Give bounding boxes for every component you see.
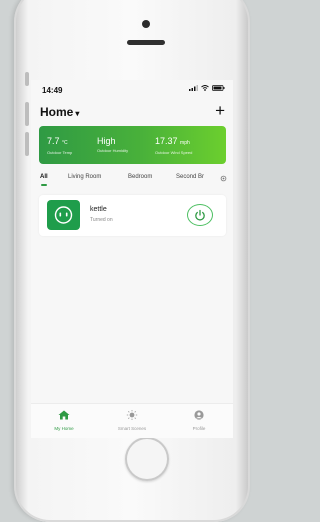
weather-temp: 7.7 °C Outdoor Temp (47, 136, 72, 155)
volume-up-button (25, 102, 29, 126)
nav-smart-scenes[interactable]: Smart Scenes (107, 407, 157, 431)
device-name: kettle (90, 206, 107, 213)
status-icons (189, 85, 225, 91)
home-selector[interactable]: Home ▾ (40, 105, 79, 119)
socket-icon (47, 200, 80, 230)
weather-temp-value: 7.7 (47, 136, 60, 146)
wifi-icon (201, 85, 209, 91)
add-device-button[interactable]: + (215, 101, 225, 121)
weather-wind-unit: mph (180, 140, 190, 146)
nav-smart-scenes-label: Smart Scenes (117, 426, 147, 431)
settings-icon[interactable] (220, 175, 227, 182)
tab-second-bedroom[interactable]: Second Br (176, 174, 204, 180)
power-toggle-button[interactable] (187, 204, 213, 226)
tab-bedroom[interactable]: Bedroom (128, 174, 152, 180)
sun-icon (126, 410, 138, 420)
home-icon (58, 410, 70, 420)
device-card-kettle[interactable]: kettle Turned on (39, 195, 226, 236)
weather-humidity-value: High (97, 136, 116, 146)
weather-humidity-label: Outdoor Humidity (97, 148, 129, 153)
nav-my-home-label: My Home (54, 426, 74, 431)
status-bar: 14:49 (31, 80, 233, 100)
weather-card: 7.7 °C Outdoor Temp High Outdoor Humidit… (39, 126, 226, 164)
device-status: Turned on (90, 217, 113, 223)
battery-icon (212, 85, 225, 91)
chevron-down-icon: ▾ (75, 109, 80, 118)
page-title: Home (40, 105, 74, 119)
weather-wind-label: Outdoor Wind Speed (155, 150, 193, 155)
active-tab-indicator (41, 184, 47, 186)
app-screen: 14:49 Home ▾ + 7.7 °C Outdoor Temp High … (31, 80, 233, 438)
power-icon (195, 209, 205, 221)
weather-temp-label: Outdoor Temp (47, 150, 73, 155)
nav-my-home[interactable]: My Home (39, 407, 89, 431)
status-time: 14:49 (42, 86, 63, 95)
tab-all[interactable]: All (40, 174, 48, 180)
earpiece-speaker (127, 40, 165, 45)
weather-humidity: High Outdoor Humidity (97, 136, 128, 153)
nav-profile[interactable]: Profile (174, 407, 224, 431)
app-header: Home ▾ + (31, 101, 233, 124)
tab-living-room[interactable]: Living Room (68, 174, 101, 180)
weather-wind: 17.37 mph Outdoor Wind Speed (155, 136, 192, 155)
hardware-home-button[interactable] (125, 437, 169, 481)
signal-icon (189, 85, 198, 91)
nav-profile-label: Profile (192, 426, 206, 431)
room-tabs: All Living Room Bedroom Second Br (31, 174, 233, 190)
weather-wind-value: 17.37 (155, 136, 178, 146)
weather-temp-unit: °C (62, 140, 68, 146)
volume-down-button (25, 132, 29, 156)
bottom-nav: My Home Smart Scenes Profile (31, 403, 233, 438)
profile-icon (194, 410, 204, 420)
mute-switch (25, 72, 29, 86)
front-camera (142, 20, 150, 28)
